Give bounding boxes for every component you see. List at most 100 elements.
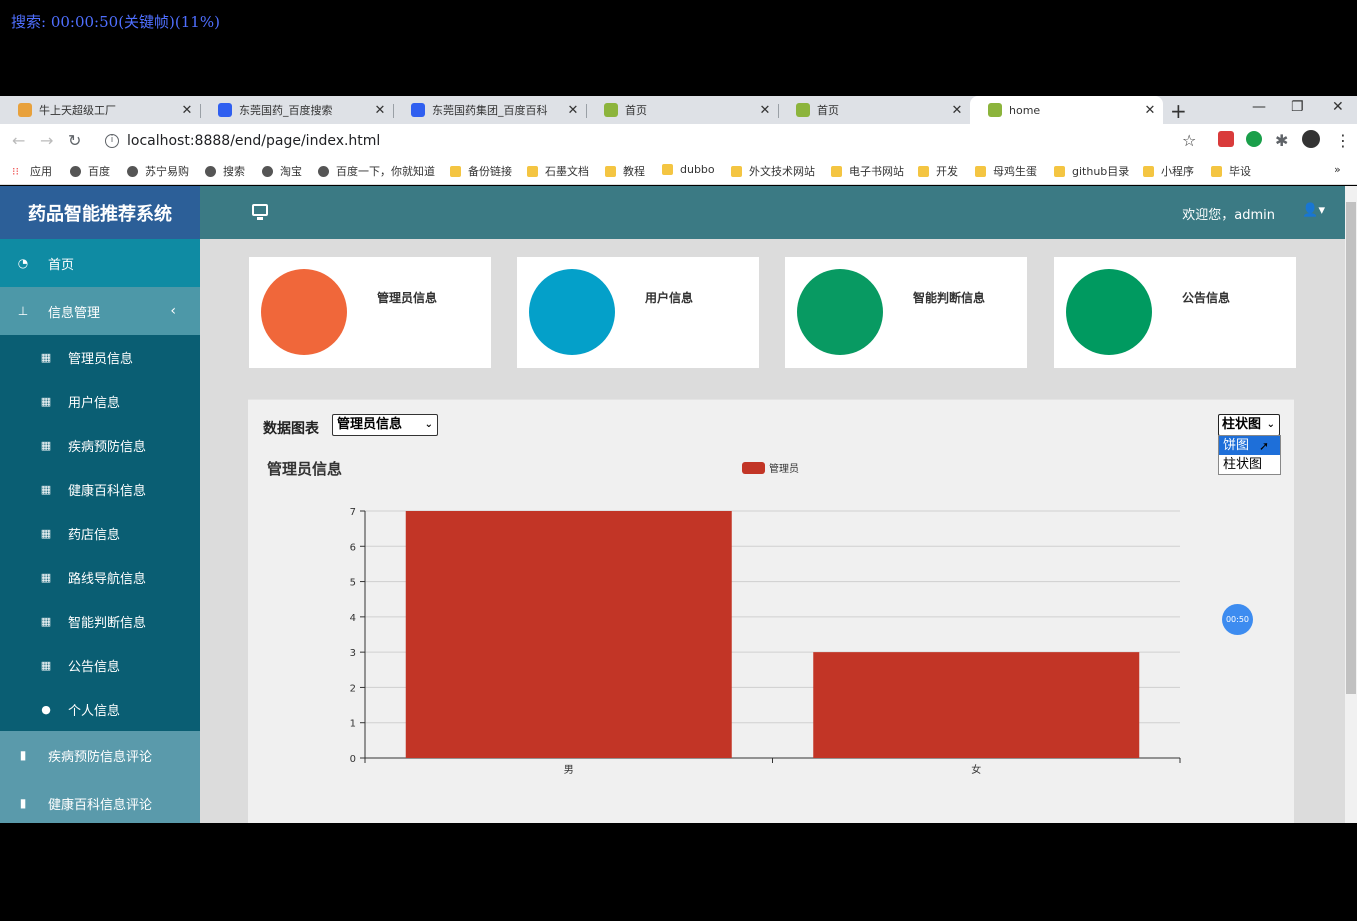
welcome-text: 欢迎您，admin [1182, 208, 1275, 223]
puzzle-extension-icon[interactable]: ✱ [1275, 131, 1288, 150]
y-tick-label: 6 [350, 542, 356, 553]
tab-close-icon[interactable]: ✕ [566, 103, 580, 118]
sidebar-subitem-label: 公告信息 [68, 659, 121, 675]
bookmark-label: 搜索 [223, 165, 245, 178]
bookmark-item[interactable]: 外文技术网站 [731, 163, 815, 179]
bookmark-item[interactable]: 搜索 [205, 163, 245, 179]
bookmark-item[interactable]: 苏宁易购 [127, 163, 189, 179]
browser-tab[interactable]: 牛上天超级工厂 ✕ [0, 96, 200, 124]
folder-icon [918, 165, 929, 177]
bookmark-item[interactable]: 开发 [918, 163, 958, 179]
bookmark-label: dubbo [680, 163, 715, 176]
browser-tab[interactable]: 东莞国药集团_百度百科 ✕ [393, 96, 586, 124]
sidebar-subitem[interactable]: ▦ 路线导航信息 [0, 555, 200, 599]
bookmark-item[interactable]: 小程序 [1143, 163, 1194, 179]
stat-card-label: 用户信息 [645, 291, 694, 305]
back-icon[interactable]: ← [12, 131, 25, 150]
tab-bar: 牛上天超级工厂 ✕ 东莞国药_百度搜索 ✕ 东莞国药集团_百度百科 ✕ 首页 ✕… [0, 96, 1357, 124]
minimize-icon[interactable]: — [1252, 99, 1266, 115]
monitor-icon[interactable] [252, 204, 268, 220]
browser-tab[interactable]: 东莞国药_百度搜索 ✕ [200, 96, 393, 124]
new-tab-button[interactable]: + [1170, 99, 1187, 123]
site-favicon-icon [18, 103, 32, 117]
bar [813, 652, 1140, 758]
tab-close-icon[interactable]: ✕ [950, 103, 964, 118]
bookmark-item[interactable]: 教程 [605, 163, 645, 179]
stat-card[interactable]: 公告信息 [1054, 257, 1296, 368]
pocket-extension-icon[interactable] [1218, 131, 1234, 147]
bar-chart: 管理员信息 管理员 0 1 2 3 4 5 6 7 男 女 [267, 460, 1181, 776]
bookmark-item[interactable]: github目录 [1054, 163, 1129, 179]
sidebar-subitem[interactable]: ▦ 公告信息 [0, 643, 200, 687]
stat-card[interactable]: 管理员信息 [249, 257, 491, 368]
y-tick-label: 7 [350, 507, 356, 518]
screen: 搜索: 00:00:50(关键帧)(11%) 牛上天超级工厂 ✕ 东莞国药_百度… [0, 0, 1357, 921]
sidebar-subitem[interactable]: ▦ 智能判断信息 [0, 599, 200, 643]
folder-icon [605, 165, 616, 177]
chart-type-select-value: 柱状图 [1222, 417, 1262, 432]
bookmark-label: 母鸡生蛋 [993, 165, 1037, 178]
folder-icon [450, 165, 461, 177]
sidebar-item-info-management[interactable]: ⊥ 信息管理 ‹ [0, 287, 200, 335]
url-input[interactable]: i localhost:8888/end/page/index.html [95, 128, 1210, 154]
bookmark-item[interactable]: 母鸡生蛋 [975, 163, 1037, 179]
site-info-icon[interactable]: i [105, 134, 119, 148]
stat-card[interactable]: 用户信息 [517, 257, 759, 368]
bookmark-item[interactable]: 百度一下，你就知道 [318, 163, 435, 179]
tab-close-icon[interactable]: ✕ [373, 103, 387, 118]
table-icon: ▦ [40, 394, 52, 408]
browser-tab[interactable]: 首页 ✕ [778, 96, 970, 124]
reload-icon[interactable]: ↻ [68, 131, 81, 150]
submenu: ▦ 管理员信息 ▦ 用户信息 ▦ 疾病预防信息 ▦ 健康百科信息 ▦ 药店信息 ▦ 路线导航信息 ▦ 智能… [0, 335, 200, 731]
bookmark-item[interactable]: 备份链接 [450, 163, 512, 179]
browser-menu-icon[interactable]: ⋮ [1335, 131, 1351, 150]
globe-icon [262, 165, 273, 177]
bookmark-label: 教程 [623, 165, 645, 178]
chevron-down-icon: ⌄ [1266, 419, 1275, 430]
sidebar-item-label: 健康百科信息评论 [48, 797, 153, 813]
bookmark-item[interactable]: 百度 [70, 163, 110, 179]
scrollbar-thumb[interactable] [1346, 202, 1356, 694]
sidebar-subitem[interactable]: ▦ 管理员信息 [0, 335, 200, 379]
bookmark-star-icon[interactable]: ☆ [1182, 131, 1196, 150]
bookmark-label: 淘宝 [280, 165, 302, 178]
sidebar-item-health-comments[interactable]: ▮ 健康百科信息评论 [0, 779, 200, 823]
close-window-icon[interactable]: ✕ [1332, 99, 1344, 115]
y-tick-label: 1 [350, 719, 356, 730]
chart-type-select[interactable]: 柱状图 ⌄ [1218, 414, 1280, 436]
sidebar-item-disease-comments[interactable]: ▮ 疾病预防信息评论 [0, 731, 200, 779]
browser-tab-active[interactable]: home ✕ [970, 96, 1163, 124]
tab-close-icon[interactable]: ✕ [1143, 103, 1157, 118]
stat-card[interactable]: 智能判断信息 [785, 257, 1027, 368]
sidebar-item-label: 疾病预防信息评论 [48, 749, 153, 765]
green-extension-icon[interactable] [1246, 131, 1262, 147]
tab-close-icon[interactable]: ✕ [758, 103, 772, 118]
globe-icon [205, 165, 216, 177]
sidebar-subitem[interactable]: ▦ 疾病预防信息 [0, 423, 200, 467]
tab-close-icon[interactable]: ✕ [180, 103, 194, 118]
more-bookmarks-icon[interactable]: » [1334, 163, 1341, 176]
bookmark-item[interactable]: 石墨文档 [527, 163, 589, 179]
record-timer-badge[interactable]: 00:50 [1222, 604, 1253, 635]
sidebar-subitem-label: 药店信息 [68, 527, 121, 543]
browser-tab[interactable]: 首页 ✕ [586, 96, 778, 124]
stat-card-label: 管理员信息 [377, 291, 438, 305]
bookmark-item[interactable]: 电子书网站 [831, 163, 904, 179]
user-dropdown-icon[interactable]: 👤▾ [1302, 203, 1325, 218]
bookmark-item[interactable]: dubbo [662, 163, 715, 176]
tab-title: 牛上天超级工厂 [39, 104, 116, 117]
sidebar: 药品智能推荐系统 ◔ 首页 ⊥ 信息管理 ‹ ▦ 管理员信息 ▦ 用户信息 ▦ 疾病预防信… [0, 186, 200, 823]
category-select[interactable]: 管理员信息 ⌄ [332, 414, 438, 436]
restore-icon[interactable]: ❐ [1291, 99, 1304, 115]
sidebar-item-home[interactable]: ◔ 首页 [0, 239, 200, 287]
bookmark-item[interactable]: 淘宝 [262, 163, 302, 179]
bookmark-item[interactable]: ⁝⁝ 应用 [12, 163, 52, 179]
sidebar-subitem[interactable]: ▦ 药店信息 [0, 511, 200, 555]
folder-icon [527, 165, 538, 177]
forward-icon[interactable]: → [40, 131, 53, 150]
bookmark-item[interactable]: 毕设 [1211, 163, 1251, 179]
sidebar-subitem[interactable]: ▦ 健康百科信息 [0, 467, 200, 511]
profile-avatar-icon[interactable] [1302, 130, 1320, 148]
sidebar-subitem[interactable]: ▦ 用户信息 [0, 379, 200, 423]
sidebar-subitem[interactable]: ● 个人信息 [0, 687, 200, 731]
